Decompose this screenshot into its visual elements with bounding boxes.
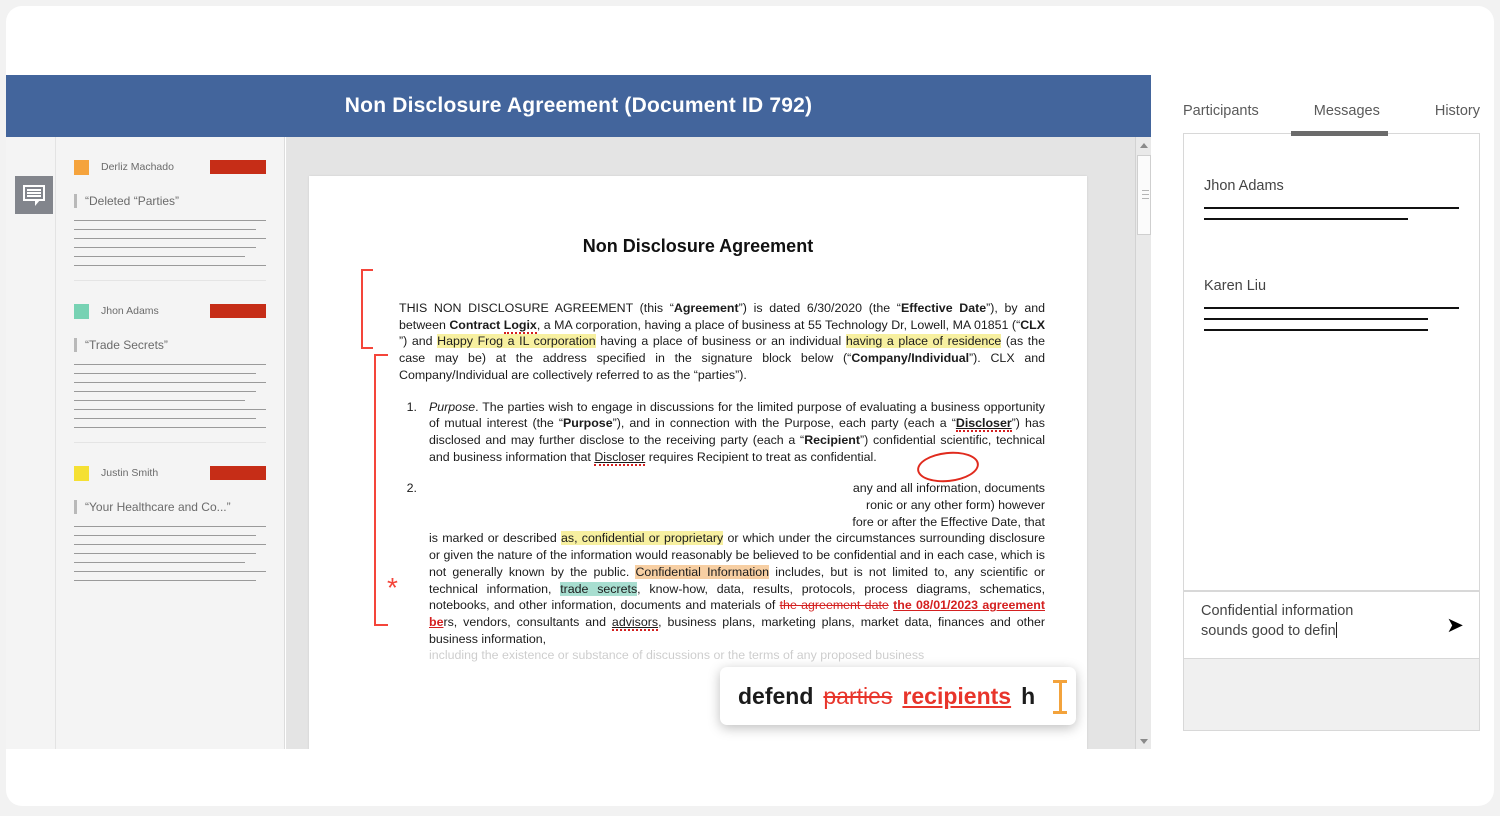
scroll-down-arrow-icon: [1140, 738, 1148, 744]
comment-quote: “Deleted “Parties”: [74, 194, 266, 208]
avatar: [74, 159, 89, 175]
highlight-confidential-proprietary: as, confidential or proprietary: [561, 531, 724, 546]
message-input-line2: sounds good to defin: [1201, 623, 1336, 639]
section-text: any and all information, documents ronic …: [429, 481, 1046, 646]
inline-edit-popup[interactable]: defend parties recipients h: [720, 667, 1076, 725]
comment-body-placeholder: [74, 364, 266, 428]
avatar: [74, 303, 89, 319]
status-badge: [210, 160, 266, 174]
comment-body-placeholder: [74, 526, 266, 581]
change-bracket-preamble: [361, 269, 373, 349]
message-body-placeholder: [1204, 207, 1459, 220]
chat-tabs: Participants Messages History: [1169, 91, 1494, 131]
comment-bubble-icon: [23, 185, 45, 206]
comment-body-placeholder: [74, 220, 266, 266]
page-title: Non Disclosure Agreement (Document ID 79…: [344, 94, 813, 117]
message-item[interactable]: Karen Liu: [1204, 278, 1459, 331]
scroll-up-arrow-icon: [1140, 142, 1148, 148]
edit-popup-inserted: recipients: [902, 682, 1012, 709]
highlight-confidential-information: Confidential Information: [635, 564, 770, 579]
document-scrollbar[interactable]: [1135, 137, 1151, 749]
comments-toggle-button[interactable]: [15, 176, 53, 214]
message-input[interactable]: Confidential information sounds good to …: [1184, 592, 1431, 641]
chat-panel: Participants Messages History Jhon Adams…: [1169, 91, 1494, 751]
comment-card[interactable]: Justin Smith “Your Healthcare and Co...”: [74, 443, 266, 581]
comment-card[interactable]: Jhon Adams “Trade Secrets”: [74, 281, 266, 443]
message-composer[interactable]: Confidential information sounds good to …: [1183, 591, 1480, 659]
comment-quote: “Your Healthcare and Co...”: [74, 500, 266, 514]
status-badge: [210, 304, 266, 318]
send-button[interactable]: ➤: [1431, 592, 1479, 658]
message-body-placeholder: [1204, 307, 1459, 331]
comment-card[interactable]: Derliz Machado “Deleted “Parties”: [74, 137, 266, 281]
highlight-company: Happy Frog a IL corporation: [437, 334, 596, 349]
section-2: 2. any and all information, documents ron…: [399, 480, 1045, 647]
composer-footer: [1183, 659, 1480, 731]
message-author: Jhon Adams: [1204, 178, 1284, 194]
change-bracket-section1: [374, 354, 388, 626]
i-beam-cursor-icon: [1053, 680, 1067, 714]
document-title: Non Disclosure Agreement: [582, 236, 814, 256]
comment-author: Justin Smith: [101, 467, 159, 479]
comment-author: Jhon Adams: [101, 305, 159, 317]
messages-list[interactable]: Jhon Adams Karen Liu: [1183, 133, 1480, 591]
message-author: Karen Liu: [1204, 278, 1267, 294]
status-badge: [210, 466, 266, 480]
section-number: 1.: [406, 399, 417, 414]
edit-popup-word: defend: [738, 682, 814, 709]
active-tab-indicator: [1291, 131, 1388, 136]
document-header-banner: Non Disclosure Agreement (Document ID 79…: [6, 75, 1151, 137]
message-input-line1: Confidential information: [1201, 603, 1354, 619]
section-2-clipped-line: including the existence or substance of …: [429, 648, 925, 663]
tab-participants[interactable]: Participants: [1183, 103, 1259, 119]
highlight-residence: having a place of residence: [845, 334, 1002, 349]
left-rail: [6, 137, 56, 749]
document-viewer[interactable]: Non Disclosure Agreement THIS NON DISCLO…: [286, 137, 1151, 749]
comments-sidebar[interactable]: Derliz Machado “Deleted “Parties” Jhon A…: [56, 137, 285, 749]
preamble-paragraph: THIS NON DISCLOSURE AGREEMENT (this “Agr…: [399, 301, 1045, 382]
highlight-trade-secrets: trade secrets: [560, 581, 638, 596]
document-page: Non Disclosure Agreement THIS NON DISCLO…: [309, 176, 1087, 749]
edit-popup-deleted: parties: [823, 682, 893, 709]
section-number: 2.: [406, 481, 417, 496]
comment-header: Jhon Adams: [74, 303, 266, 319]
edit-popup-tail: h: [1021, 682, 1036, 709]
comment-author: Derliz Machado: [101, 161, 174, 173]
comment-header: Justin Smith: [74, 465, 266, 481]
comment-header: Derliz Machado: [74, 159, 266, 175]
tracked-deletion: the agreement date: [779, 598, 889, 613]
comment-quote: “Trade Secrets”: [74, 338, 266, 352]
tab-messages[interactable]: Messages: [1314, 103, 1380, 119]
message-item[interactable]: Jhon Adams: [1204, 178, 1459, 220]
avatar: [74, 465, 89, 481]
text-cursor: [1335, 622, 1337, 638]
send-arrow-icon: ➤: [1446, 613, 1464, 637]
scroll-down-button[interactable]: [1136, 733, 1151, 749]
change-asterisk-marker: *: [387, 572, 398, 603]
tab-history[interactable]: History: [1435, 103, 1480, 119]
scrollbar-thumb[interactable]: [1137, 155, 1151, 235]
scroll-up-button[interactable]: [1136, 137, 1151, 153]
app-window: Non Disclosure Agreement (Document ID 79…: [6, 6, 1494, 806]
